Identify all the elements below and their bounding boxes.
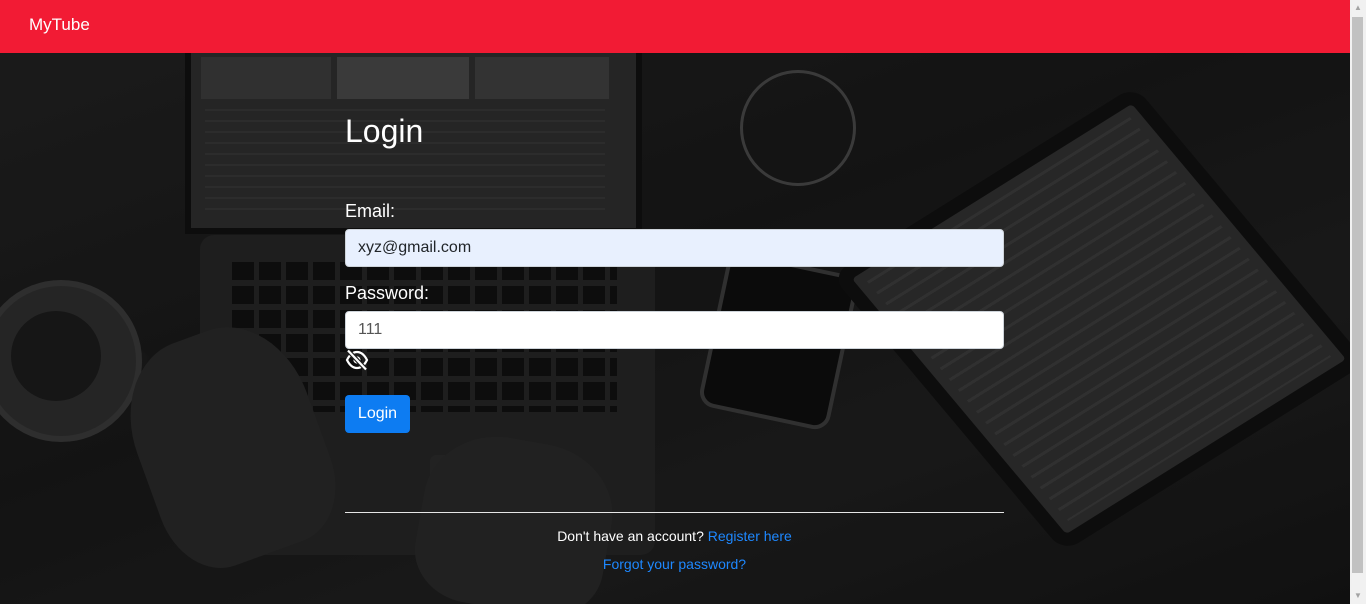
email-field[interactable] xyxy=(345,229,1004,267)
scroll-up-arrow-icon[interactable]: ▲ xyxy=(1350,0,1366,16)
password-field[interactable] xyxy=(345,311,1004,349)
scrollbar-thumb[interactable] xyxy=(1352,17,1363,573)
forgot-password-link[interactable]: Forgot your password? xyxy=(603,556,746,572)
forgot-password-row: Forgot your password? xyxy=(345,556,1004,572)
register-prompt-row: Don't have an account? Register here xyxy=(345,528,1004,544)
divider xyxy=(345,512,1004,513)
brand-link[interactable]: MyTube xyxy=(29,15,90,35)
scroll-down-arrow-icon[interactable]: ▼ xyxy=(1350,588,1366,604)
background-image xyxy=(0,0,1350,604)
email-label: Email: xyxy=(345,201,396,221)
login-button[interactable]: Login xyxy=(345,395,410,433)
register-link[interactable]: Register here xyxy=(708,528,792,544)
eye-slash-icon[interactable] xyxy=(345,348,369,372)
page-title: Login xyxy=(345,113,424,149)
register-prompt-text: Don't have an account? xyxy=(557,528,704,544)
password-label: Password: xyxy=(345,283,430,303)
vertical-scrollbar[interactable]: ▲ ▼ xyxy=(1350,0,1366,604)
top-navbar: MyTube xyxy=(0,0,1350,53)
